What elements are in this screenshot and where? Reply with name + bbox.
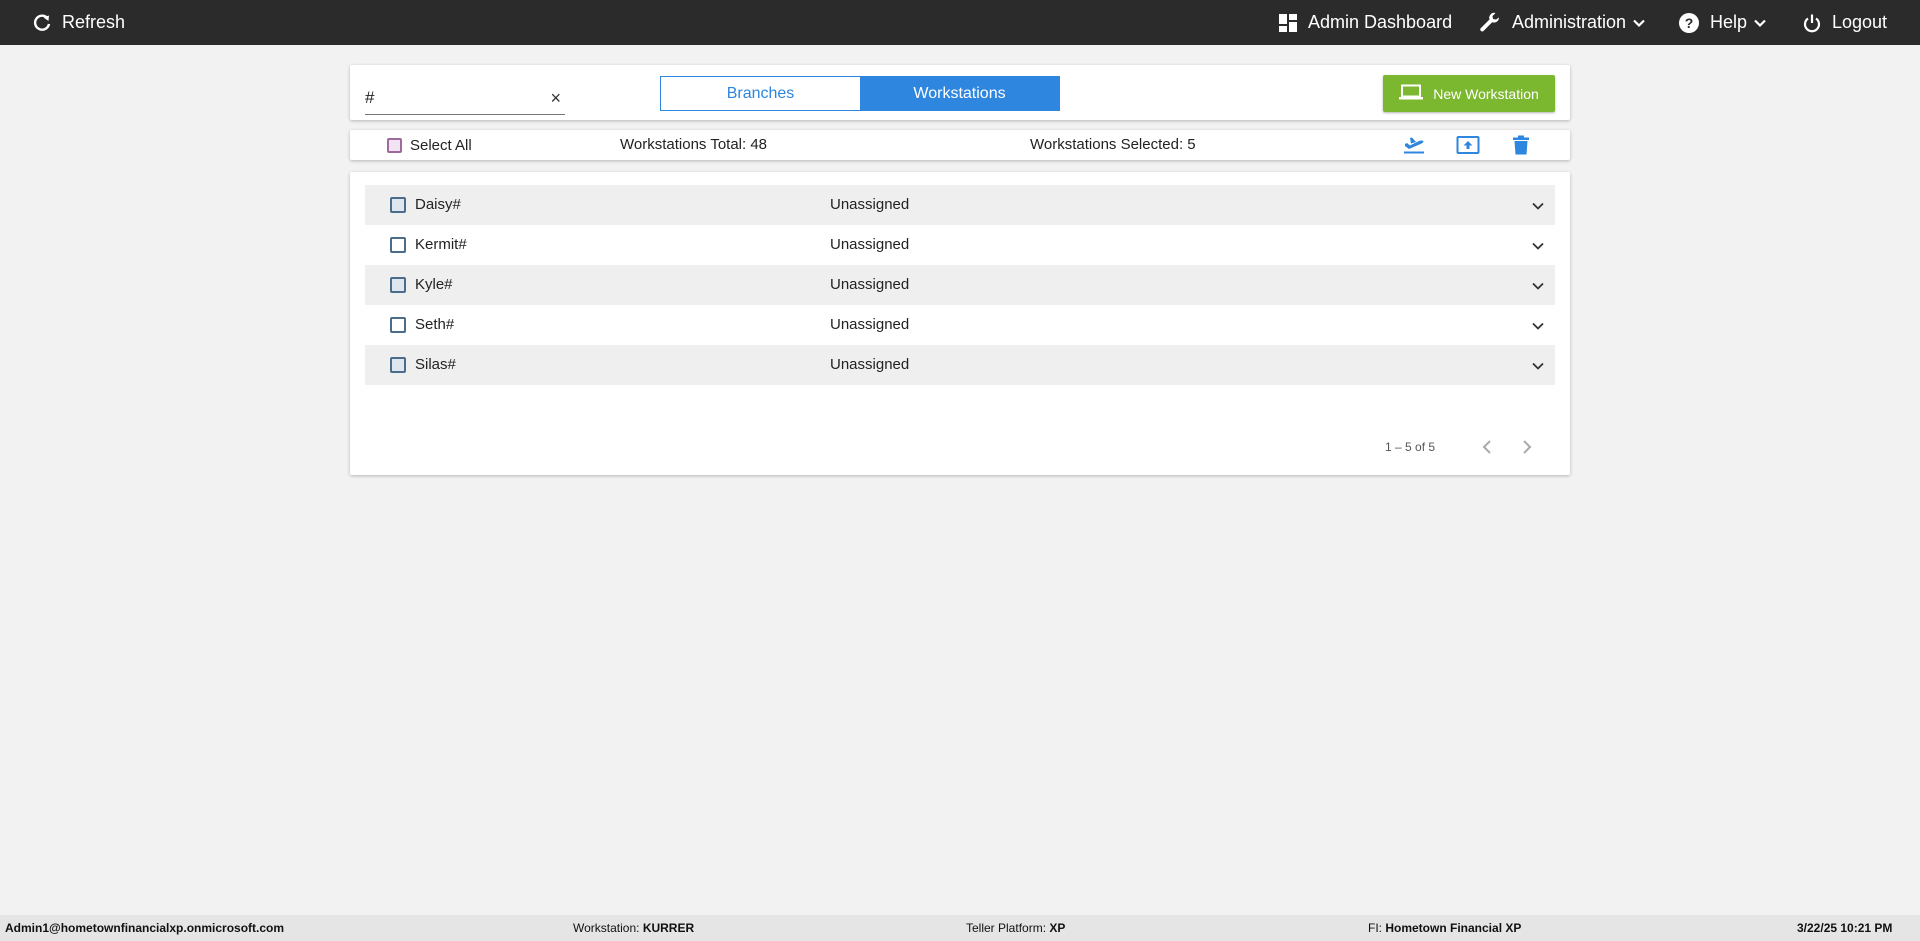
row-checkbox[interactable] [390, 317, 406, 333]
list-item[interactable]: Kyle# Unassigned [365, 265, 1555, 305]
chevron-left-icon[interactable] [1480, 438, 1494, 461]
fi-label: FI: [1368, 921, 1382, 935]
workstation-status: Unassigned [830, 356, 910, 373]
dashboard-icon [1278, 13, 1298, 33]
teller-platform-info: Teller Platform: XP [966, 921, 1065, 935]
administration-menu[interactable]: Administration [1478, 0, 1646, 45]
workstation-status: Unassigned [830, 316, 910, 333]
select-all-checkbox[interactable] [387, 138, 402, 153]
workstations-selected: Workstations Selected: 5 [1030, 136, 1196, 153]
tab-branches[interactable]: Branches [661, 77, 860, 110]
laptop-icon [1399, 84, 1424, 103]
search-toolbar-panel: × Branches Workstations New Workstation [350, 65, 1570, 120]
current-user: Admin1@hometownfinancialxp.onmicrosoft.c… [5, 921, 285, 935]
trash-icon[interactable] [1512, 135, 1530, 160]
workstation-status: Unassigned [830, 236, 910, 253]
workstations-total: Workstations Total: 48 [620, 136, 768, 153]
upload-icon[interactable] [1456, 135, 1480, 160]
chevron-down-icon [1753, 16, 1767, 30]
list-item[interactable]: Daisy# Unassigned [365, 185, 1555, 225]
list-item[interactable]: Seth# Unassigned [365, 305, 1555, 345]
select-all-label: Select All [410, 137, 472, 154]
wrench-icon [1478, 11, 1502, 35]
workstation-name: Kermit# [415, 236, 467, 253]
chevron-down-icon [1632, 16, 1646, 30]
workstation-info-label: Workstation: [573, 921, 640, 935]
logout-label: Logout [1832, 12, 1888, 32]
svg-text:?: ? [1685, 15, 1694, 31]
refresh-button[interactable]: Refresh [32, 0, 125, 45]
row-checkbox[interactable] [390, 277, 406, 293]
help-label: Help [1710, 12, 1748, 32]
help-icon: ? [1678, 12, 1700, 34]
departure-icon[interactable] [1402, 135, 1426, 160]
search-field: × [365, 83, 565, 115]
teller-platform-value: XP [1049, 921, 1066, 935]
top-navigation-bar: Refresh Admin Dashboard Administration ?… [0, 0, 1920, 45]
status-bar: Admin1@hometownfinancialxp.onmicrosoft.c… [0, 915, 1920, 941]
chevron-down-icon[interactable] [1531, 319, 1545, 336]
row-checkbox[interactable] [390, 197, 406, 213]
teller-platform-label: Teller Platform: [966, 921, 1047, 935]
workstation-name: Kyle# [415, 276, 453, 293]
row-checkbox[interactable] [390, 357, 406, 373]
admin-dashboard-label: Admin Dashboard [1308, 12, 1453, 32]
chevron-down-icon[interactable] [1531, 239, 1545, 256]
fi-value: Hometown Financial XP [1385, 921, 1522, 935]
workstation-info: Workstation: KURRER [573, 921, 694, 935]
pagination-range: 1 – 5 of 5 [1385, 440, 1436, 454]
workstation-name: Silas# [415, 356, 456, 373]
date-time: 3/22/25 10:21 PM [1797, 921, 1893, 935]
new-workstation-label: New Workstation [1433, 85, 1539, 102]
workstation-status: Unassigned [830, 196, 910, 213]
view-toggle: Branches Workstations [660, 76, 1060, 111]
workstation-info-value: KURRER [642, 921, 695, 935]
workstation-name: Daisy# [415, 196, 461, 213]
refresh-icon [32, 13, 52, 33]
fi-info: FI: Hometown Financial XP [1368, 921, 1521, 935]
chevron-down-icon[interactable] [1531, 359, 1545, 376]
chevron-down-icon[interactable] [1531, 279, 1545, 296]
workstation-status: Unassigned [830, 276, 910, 293]
clear-search-icon[interactable]: × [550, 87, 561, 109]
select-all-control[interactable]: Select All [387, 137, 472, 154]
selection-bar: Select All Workstations Total: 48 Workst… [350, 130, 1570, 160]
new-workstation-button[interactable]: New Workstation [1383, 75, 1555, 112]
admin-dashboard-link[interactable]: Admin Dashboard [1278, 0, 1452, 45]
list-item[interactable]: Kermit# Unassigned [365, 225, 1555, 265]
workstation-list: Daisy# Unassigned Kermit# Unassigned Kyl… [365, 185, 1555, 385]
refresh-label: Refresh [62, 12, 126, 32]
list-item[interactable]: Silas# Unassigned [365, 345, 1555, 385]
logout-button[interactable]: Logout [1802, 0, 1887, 45]
search-input[interactable] [365, 83, 535, 113]
chevron-right-icon[interactable] [1520, 438, 1534, 461]
workstation-name: Seth# [415, 316, 455, 333]
row-checkbox[interactable] [390, 237, 406, 253]
workstation-list-panel: Daisy# Unassigned Kermit# Unassigned Kyl… [350, 172, 1570, 475]
help-menu[interactable]: ? Help [1678, 0, 1767, 45]
power-icon [1802, 13, 1822, 33]
chevron-down-icon[interactable] [1531, 199, 1545, 216]
administration-label: Administration [1512, 12, 1627, 32]
tab-workstations[interactable]: Workstations [860, 77, 1059, 110]
